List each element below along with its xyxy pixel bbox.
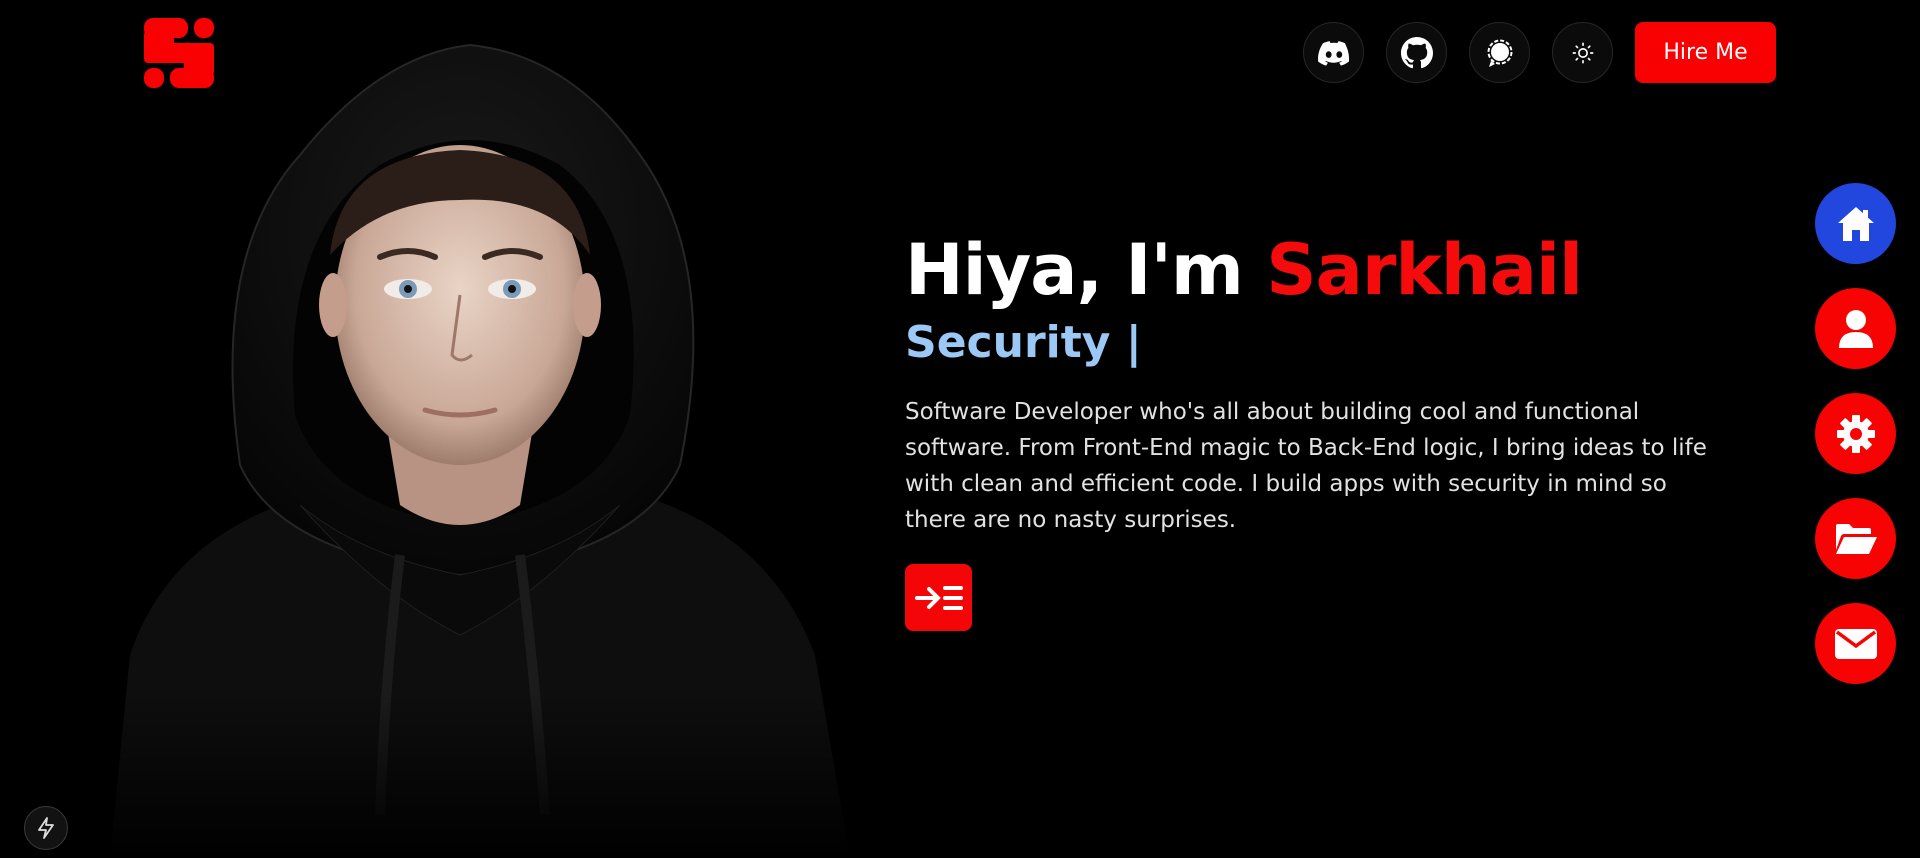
hero-name: Sarkhail [1266, 229, 1583, 311]
profile-portrait [80, 35, 870, 858]
lightning-icon [38, 817, 54, 839]
signal-icon [1487, 39, 1512, 67]
side-navigation [1815, 183, 1896, 684]
gear-icon [1836, 414, 1875, 453]
hero-section: Hiya, I'm Sarkhail Security | Software D… [905, 226, 1735, 631]
nav-settings-button[interactable] [1815, 393, 1896, 474]
bolt-badge[interactable] [24, 806, 68, 850]
hero-role: Security | [905, 317, 1142, 368]
sun-icon [1572, 42, 1593, 63]
theme-toggle[interactable] [1552, 22, 1613, 83]
hero-greeting: Hiya, I'm [905, 229, 1267, 311]
hero-description: Software Developer who's all about build… [905, 399, 1707, 533]
nav-projects-button[interactable] [1815, 498, 1896, 579]
discord-icon [1317, 40, 1349, 66]
folder-open-icon [1835, 523, 1877, 554]
github-link[interactable] [1386, 22, 1447, 83]
envelope-icon [1834, 628, 1877, 659]
nav-contact-button[interactable] [1815, 603, 1896, 684]
user-icon [1838, 309, 1873, 348]
nav-home-button[interactable] [1815, 183, 1896, 264]
hero-cta-button[interactable] [905, 564, 972, 631]
social-links [1303, 22, 1613, 83]
hero-heading: Hiya, I'm Sarkhail [905, 226, 1735, 314]
nav-about-button[interactable] [1815, 288, 1896, 369]
hire-me-button[interactable]: Hire Me [1635, 22, 1776, 83]
signal-link[interactable] [1469, 22, 1530, 83]
github-icon [1400, 36, 1433, 68]
arrow-right-list-icon [914, 585, 963, 610]
home-icon [1837, 206, 1874, 241]
discord-link[interactable] [1303, 22, 1364, 83]
